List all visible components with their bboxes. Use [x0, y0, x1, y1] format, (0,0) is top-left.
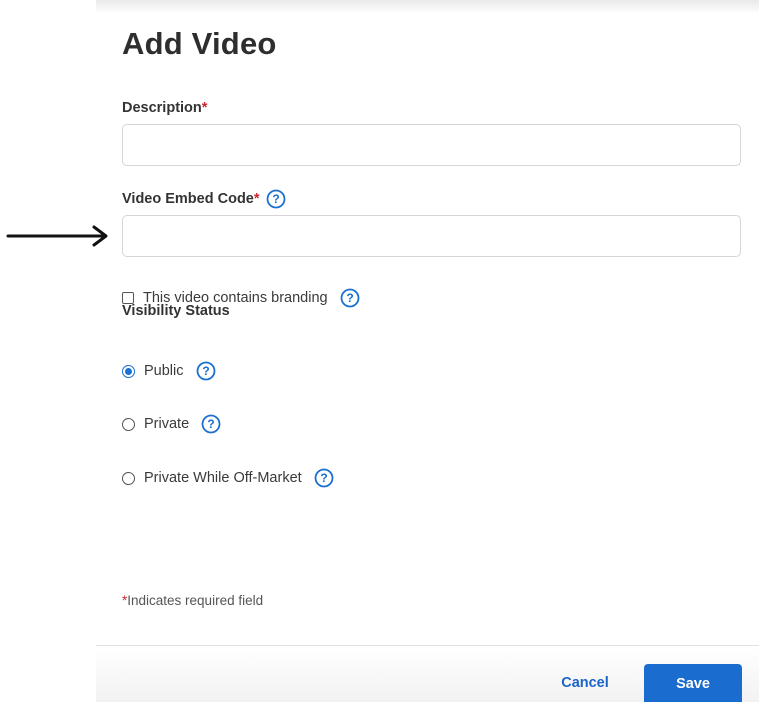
- svg-text:?: ?: [320, 471, 327, 485]
- save-button[interactable]: Save: [644, 664, 742, 702]
- question-circle-icon[interactable]: ?: [340, 288, 360, 308]
- page-title: Add Video: [122, 26, 277, 61]
- svg-text:?: ?: [346, 291, 353, 305]
- radio-public-label: Public: [144, 363, 184, 379]
- visibility-option-private[interactable]: Private ?: [122, 414, 221, 434]
- radio-public[interactable]: [122, 364, 135, 378]
- question-circle-icon[interactable]: ?: [266, 189, 286, 209]
- embed-code-label: Video Embed Code * ?: [122, 189, 286, 209]
- radio-private-off-market[interactable]: [122, 471, 135, 485]
- arrow-right-icon: [6, 225, 108, 247]
- question-circle-icon[interactable]: ?: [201, 414, 221, 434]
- embed-code-input[interactable]: [122, 215, 741, 257]
- question-circle-icon[interactable]: ?: [314, 468, 334, 488]
- embed-code-label-text: Video Embed Code: [122, 191, 254, 207]
- add-video-page: Add Video Description * Video Embed Code *…: [0, 0, 759, 702]
- visibility-status-label: Visibility Status: [122, 303, 230, 319]
- description-label: Description *: [122, 100, 207, 116]
- required-asterisk: *: [201, 100, 208, 116]
- visibility-option-private-off-market[interactable]: Private While Off-Market ?: [122, 468, 334, 488]
- visibility-option-public[interactable]: Public ?: [122, 361, 216, 381]
- radio-private-off-market-label: Private While Off-Market: [144, 470, 302, 486]
- required-field-note: *Indicates required field: [122, 593, 263, 608]
- cancel-button[interactable]: Cancel: [545, 665, 625, 701]
- description-label-text: Description: [122, 100, 202, 116]
- top-divider: [96, 0, 759, 14]
- svg-text:?: ?: [207, 417, 214, 431]
- question-circle-icon[interactable]: ?: [196, 361, 216, 381]
- required-note-text: Indicates required field: [127, 593, 264, 608]
- radio-private-label: Private: [144, 416, 190, 432]
- description-input[interactable]: [122, 124, 741, 166]
- required-asterisk: *: [253, 191, 260, 207]
- svg-text:?: ?: [202, 364, 209, 378]
- radio-private[interactable]: [122, 417, 135, 431]
- svg-text:?: ?: [272, 192, 279, 206]
